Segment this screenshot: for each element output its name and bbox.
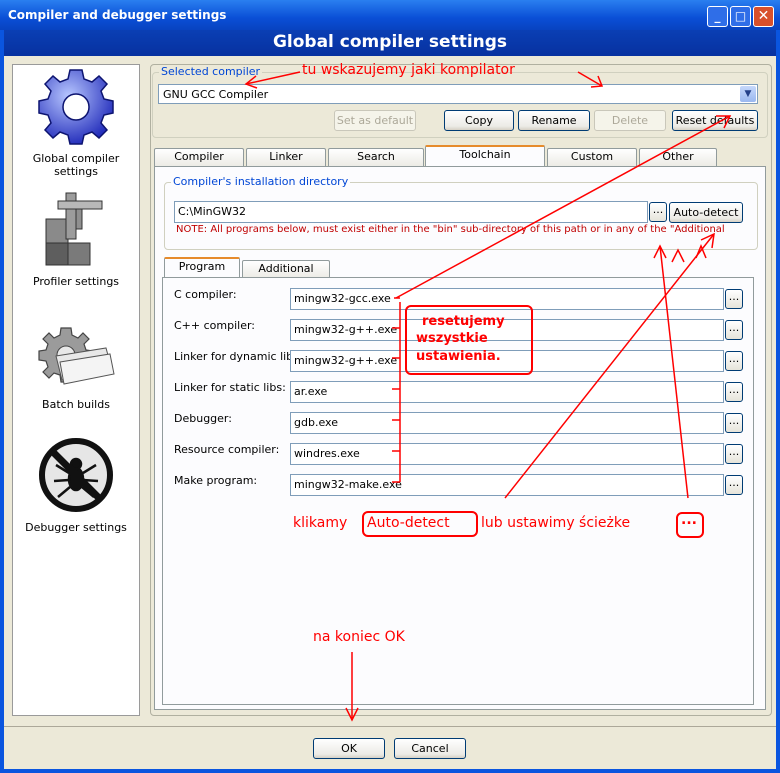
annotation-compiler-hint: tu wskazujemy jaki kompilator bbox=[302, 62, 515, 78]
sidebar-item-label: Global compiler settings bbox=[32, 152, 120, 178]
program-path-input[interactable]: windres.exe bbox=[290, 443, 724, 465]
install-dir-label: Compiler's installation directory bbox=[171, 175, 351, 188]
sidebar-item-label: Profiler settings bbox=[32, 275, 120, 288]
program-label: C compiler: bbox=[174, 288, 237, 301]
sidebar-item-label: Debugger settings bbox=[25, 521, 127, 534]
program-label: C++ compiler: bbox=[174, 319, 256, 332]
copy-button[interactable]: Copy bbox=[444, 110, 514, 131]
program-path-input[interactable]: mingw32-make.exe bbox=[290, 474, 724, 496]
no-bug-icon bbox=[39, 438, 113, 512]
annotation-dots: ... bbox=[681, 512, 697, 528]
sidebar-item-profiler[interactable]: Profiler settings bbox=[13, 187, 139, 307]
annotation-auto-btn: Auto-detect bbox=[367, 515, 450, 531]
program-browse-button[interactable]: ... bbox=[725, 444, 743, 464]
annotation-auto-pre: klikamy bbox=[293, 515, 348, 531]
chevron-down-icon[interactable]: ▼ bbox=[740, 86, 756, 102]
maximize-button[interactable]: □ bbox=[730, 6, 751, 27]
program-path-input[interactable]: gdb.exe bbox=[290, 412, 724, 434]
program-browse-button[interactable]: ... bbox=[725, 382, 743, 402]
program-path-input[interactable]: ar.exe bbox=[290, 381, 724, 403]
compiler-select-value: GNU GCC Compiler bbox=[163, 88, 269, 101]
auto-detect-button[interactable]: Auto-detect bbox=[669, 202, 743, 223]
annotation-ok-hint: na koniec OK bbox=[313, 629, 405, 645]
dialog-client: Global compiler settings Global compiler bbox=[4, 30, 776, 769]
page-header: Global compiler settings bbox=[4, 30, 776, 56]
program-browse-button[interactable]: ... bbox=[725, 413, 743, 433]
caliper-icon bbox=[45, 192, 103, 266]
compiler-select[interactable]: GNU GCC Compiler ▼ bbox=[158, 84, 758, 104]
minimize-button[interactable]: _ bbox=[707, 6, 728, 27]
subtab-additional-paths[interactable]: Additional Paths bbox=[242, 260, 330, 291]
selected-compiler-label: Selected compiler bbox=[159, 65, 263, 78]
batch-gear-icon bbox=[38, 327, 115, 385]
dialog-window: Compiler and debugger settings _ □ ✕ Glo… bbox=[0, 0, 780, 773]
rename-button[interactable]: Rename bbox=[518, 110, 590, 131]
annotation-reset-hint: resetujemy bbox=[422, 313, 505, 330]
tab-search-directories[interactable]: Search directories bbox=[328, 148, 424, 179]
footer-divider bbox=[4, 726, 776, 727]
settings-sidebar: Global compiler settings Profiler settin… bbox=[12, 64, 140, 716]
annotation-reset-line-3: ustawienia. bbox=[416, 349, 501, 364]
program-browse-button[interactable]: ... bbox=[725, 351, 743, 371]
program-label: Resource compiler: bbox=[174, 443, 280, 456]
annotation-auto-mid: lub ustawimy ścieżke bbox=[481, 515, 631, 531]
program-label: Debugger: bbox=[174, 412, 232, 425]
sidebar-item-debugger[interactable]: Debugger settings bbox=[13, 433, 139, 553]
set-as-default-button[interactable]: Set as default bbox=[334, 110, 416, 131]
program-label: Linker for static libs: bbox=[174, 381, 286, 394]
reset-defaults-button[interactable]: Reset defaults bbox=[672, 110, 758, 131]
close-button[interactable]: ✕ bbox=[753, 6, 774, 27]
tab-toolchain-executables[interactable]: Toolchain executables bbox=[425, 145, 545, 177]
cancel-button[interactable]: Cancel bbox=[394, 738, 466, 759]
window-title: Compiler and debugger settings bbox=[8, 8, 227, 22]
ok-button[interactable]: OK bbox=[313, 738, 385, 759]
title-bar[interactable]: Compiler and debugger settings _ □ ✕ bbox=[0, 0, 780, 30]
annotation-reset-line-1: resetujemy bbox=[422, 314, 505, 329]
program-browse-button[interactable]: ... bbox=[725, 320, 743, 340]
tab-custom-variables[interactable]: Custom variables bbox=[547, 148, 637, 179]
tab-linker-settings[interactable]: Linker settings bbox=[246, 148, 326, 179]
sidebar-item-global-compiler[interactable]: Global compiler settings bbox=[13, 65, 139, 185]
subtab-program-files[interactable]: Program Files bbox=[164, 257, 240, 289]
page-title: Global compiler settings bbox=[272, 32, 508, 52]
install-dir-input[interactable]: C:\MinGW32 bbox=[174, 201, 648, 223]
program-browse-button[interactable]: ... bbox=[725, 289, 743, 309]
tab-other-settings[interactable]: Other settings bbox=[639, 148, 717, 179]
sidebar-item-batch-builds[interactable]: Batch builds bbox=[13, 310, 139, 430]
sidebar-item-label: Batch builds bbox=[42, 398, 110, 411]
annotation-reset-line-2: wszystkie bbox=[416, 331, 488, 346]
install-dir-note: NOTE: All programs below, must exist eit… bbox=[176, 224, 725, 235]
program-label: Linker for dynamic libs: bbox=[174, 350, 303, 363]
delete-button[interactable]: Delete bbox=[594, 110, 666, 131]
gear-icon bbox=[38, 69, 114, 145]
program-label: Make program: bbox=[174, 474, 258, 487]
install-dir-browse-button[interactable]: ... bbox=[649, 202, 667, 222]
tab-compiler-settings[interactable]: Compiler settings bbox=[154, 148, 244, 179]
program-browse-button[interactable]: ... bbox=[725, 475, 743, 495]
